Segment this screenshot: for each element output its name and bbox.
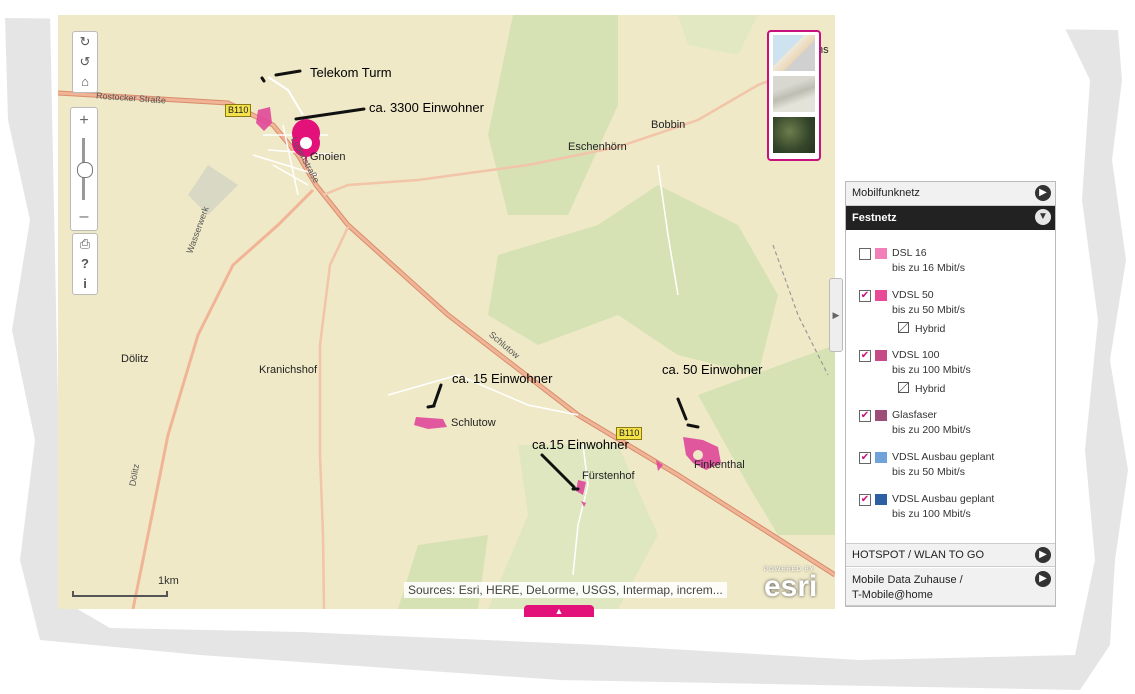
- home-icon[interactable]: ⌂: [73, 72, 97, 92]
- map-attribution: Sources: Esri, HERE, DeLorme, USGS, Inte…: [404, 582, 727, 598]
- layer-name: Glasfaser: [892, 409, 937, 421]
- chevron-down-icon[interactable]: ▼: [1035, 209, 1051, 225]
- layer-item[interactable]: ✔ Glasfaser bis zu 200 Mbit/s: [846, 408, 1055, 448]
- esri-logo: POWERED BY esri: [764, 567, 818, 603]
- layer-speed: bis zu 50 Mbit/s: [892, 304, 965, 316]
- basemap-selector[interactable]: [767, 30, 821, 161]
- layer-speed: bis zu 50 Mbit/s: [892, 466, 965, 478]
- layer-name: VDSL Ausbau geplant: [892, 451, 995, 463]
- place-label: Dölitz: [121, 353, 149, 365]
- layer-speed: bis zu 200 Mbit/s: [892, 424, 971, 436]
- layer-item[interactable]: ✔ VDSL 50 bis zu 50 Mbit/s Hybrid: [846, 288, 1055, 340]
- layer-swatch: [875, 290, 887, 301]
- section-festnetz[interactable]: Festnetz ▼: [846, 206, 1055, 230]
- hybrid-icon: [898, 322, 909, 333]
- annotation-telekom: Telekom Turm: [310, 65, 392, 80]
- section-mobilfunk[interactable]: Mobilfunknetz ▶: [846, 182, 1055, 206]
- scale-bar: 1km: [72, 575, 179, 597]
- layer-speed: bis zu 100 Mbit/s: [892, 364, 971, 376]
- zoom-out-button[interactable]: –: [71, 206, 97, 228]
- section-mobile-data-line1: Mobile Data Zuhause /: [852, 574, 963, 586]
- place-label: Finkenthal: [694, 459, 745, 471]
- place-label: Fürstenhof: [582, 470, 635, 482]
- annotation-population: ca. 50 Einwohner: [662, 362, 763, 377]
- hybrid-option[interactable]: Hybrid: [898, 322, 945, 335]
- layer-name: VDSL Ausbau geplant: [892, 493, 995, 505]
- section-mobile-data[interactable]: Mobile Data Zuhause / T-Mobile@home ▶: [846, 568, 1055, 606]
- layer-swatch: [875, 410, 887, 421]
- layer-speed: bis zu 100 Mbit/s: [892, 508, 971, 520]
- expand-bottom-button[interactable]: ▲: [524, 605, 594, 617]
- section-festnetz-label: Festnetz: [852, 212, 897, 224]
- layer-name: VDSL 50: [892, 289, 934, 301]
- layer-swatch: [875, 494, 887, 505]
- layer-swatch: [875, 452, 887, 463]
- section-hotspot[interactable]: HOTSPOT / WLAN TO GO ▶: [846, 543, 1055, 567]
- place-label: Eschenhörn: [568, 141, 627, 153]
- hybrid-label: Hybrid: [915, 383, 946, 395]
- place-label: Gnoien: [310, 151, 346, 163]
- layer-name: VDSL 100: [892, 349, 940, 361]
- pan-icon[interactable]: ↺: [73, 52, 97, 72]
- section-hotspot-label: HOTSPOT / WLAN TO GO: [852, 549, 985, 561]
- annotation-population: ca. 3300 Einwohner: [369, 100, 484, 115]
- arrow-right-icon[interactable]: ▶: [1035, 547, 1051, 563]
- scale-label: 1km: [158, 575, 179, 587]
- section-mobile-data-line2: T-Mobile@home: [852, 589, 933, 601]
- print-icon[interactable]: ⎙: [73, 234, 97, 254]
- layer-swatch: [875, 248, 887, 259]
- esri-wordmark: esri: [764, 570, 818, 603]
- help-icon[interactable]: ?: [73, 254, 97, 274]
- basemap-topo[interactable]: [773, 76, 815, 112]
- layer-speed: bis zu 16 Mbit/s: [892, 262, 965, 274]
- basemap-streets[interactable]: [773, 35, 815, 71]
- layer-checkbox[interactable]: [859, 248, 871, 260]
- annotation-population: ca.15 Einwohner: [532, 437, 629, 452]
- layer-checkbox[interactable]: ✔: [859, 494, 871, 506]
- info-icon[interactable]: i: [73, 274, 97, 294]
- zoom-slider[interactable]: + –: [70, 107, 98, 231]
- annotation-population: ca. 15 Einwohner: [452, 371, 553, 386]
- map-view[interactable]: Bobbin Eschenhörn Dölitz Kranichshof Sch…: [58, 15, 835, 609]
- road-shield: B110: [225, 104, 252, 117]
- arrow-right-icon[interactable]: ▶: [1035, 571, 1051, 587]
- layer-item[interactable]: ✔ VDSL 100 bis zu 100 Mbit/s Hybrid: [846, 348, 1055, 400]
- zoom-in-button[interactable]: +: [71, 110, 97, 132]
- layer-checkbox[interactable]: ✔: [859, 410, 871, 422]
- place-label: Bobbin: [651, 119, 686, 131]
- layer-name: DSL 16: [892, 247, 927, 259]
- zoom-handle[interactable]: [77, 162, 93, 178]
- navigation-tools: ↻ ↺ ⌂: [72, 31, 98, 93]
- place-label: Kranichshof: [259, 364, 318, 376]
- rotate-icon[interactable]: ↻: [73, 32, 97, 52]
- basemap-satellite[interactable]: [773, 117, 815, 153]
- layer-item[interactable]: ✔ VDSL Ausbau geplant bis zu 100 Mbit/s: [846, 492, 1055, 532]
- layer-checkbox[interactable]: ✔: [859, 452, 871, 464]
- arrow-right-icon[interactable]: ▶: [1035, 185, 1051, 201]
- layer-item[interactable]: ✔ VDSL Ausbau geplant bis zu 50 Mbit/s: [846, 450, 1055, 490]
- map-tools: ⎙ ? i: [72, 233, 98, 295]
- hybrid-icon: [898, 382, 909, 393]
- layer-checkbox[interactable]: ✔: [859, 350, 871, 362]
- layer-item[interactable]: DSL 16 bis zu 16 Mbit/s: [846, 246, 1055, 286]
- layer-swatch: [875, 350, 887, 361]
- layer-checkbox[interactable]: ✔: [859, 290, 871, 302]
- section-mobilfunk-label: Mobilfunknetz: [852, 187, 920, 199]
- place-label: Schlutow: [451, 417, 496, 429]
- hybrid-option[interactable]: Hybrid: [898, 382, 945, 395]
- hybrid-label: Hybrid: [915, 323, 946, 335]
- layer-panel: Mobilfunknetz ▶ Festnetz ▼ DSL 16 bis zu…: [845, 181, 1056, 607]
- scale-line: [72, 591, 168, 597]
- collapse-panel-handle[interactable]: ▶: [829, 278, 843, 352]
